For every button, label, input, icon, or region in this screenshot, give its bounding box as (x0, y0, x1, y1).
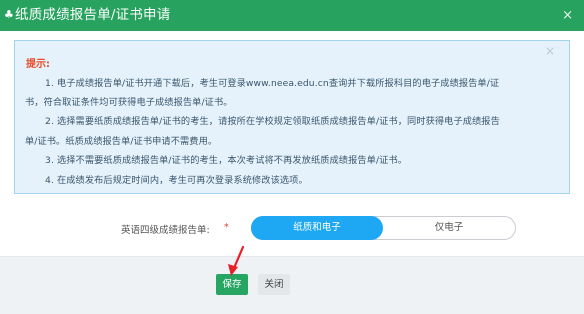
notice-heading: 提示: (26, 59, 50, 70)
option-paper-and-electronic[interactable]: 纸质和电子 (251, 216, 383, 240)
notice-close-icon[interactable]: × (545, 44, 555, 58)
report-option-toggle: 纸质和电子 仅电子 (251, 216, 516, 240)
dialog-title-bar: ♣ 纸质成绩报告单/证书申请 × (0, 0, 584, 31)
club-icon: ♣ (4, 8, 14, 21)
dialog-title: 纸质成绩报告单/证书申请 (15, 7, 171, 23)
notice-line-2: 2. 选择需要纸质成绩报告单/证书的考生，请按所在学校规定领取纸质成绩报告单/证… (45, 116, 500, 127)
close-icon[interactable]: × (562, 7, 573, 24)
save-button[interactable]: 保存 (216, 274, 248, 295)
dialog-footer: 保存 关闭 (0, 256, 584, 314)
application-dialog: ♣ 纸质成绩报告单/证书申请 × × 提示: 1. 电子成绩报告单/证书开通下载… (0, 0, 584, 314)
report-option-label: 英语四级成绩报告单: (121, 225, 210, 236)
notice-line-3: 3. 选择不需要纸质成绩报告单/证书的考生，本次考试将不再发放纸质成绩报告单/证… (45, 155, 408, 166)
notice-line-1: 1. 电子成绩报告单/证书开通下载后，考生可登录www.neea.edu.cn查… (45, 78, 500, 89)
notice-line-4: 4. 在成绩发布后规定时间内，考生可再次登录系统修改该选项。 (45, 175, 308, 186)
notice-line-2-cont: 单/证书。纸质成绩报告单/证书申请不需费用。 (25, 136, 218, 147)
close-button[interactable]: 关闭 (258, 274, 290, 295)
report-option-row: 英语四级成绩报告单: * 纸质和电子 仅电子 (0, 216, 584, 240)
notice-line-1-cont: 书，符合取证条件均可获得电子成绩报告单/证书。 (25, 97, 233, 108)
option-electronic-only[interactable]: 仅电子 (383, 216, 515, 240)
required-mark: * (224, 222, 229, 233)
notice-box: × 提示: 1. 电子成绩报告单/证书开通下载后，考生可登录www.neea.e… (14, 40, 570, 194)
